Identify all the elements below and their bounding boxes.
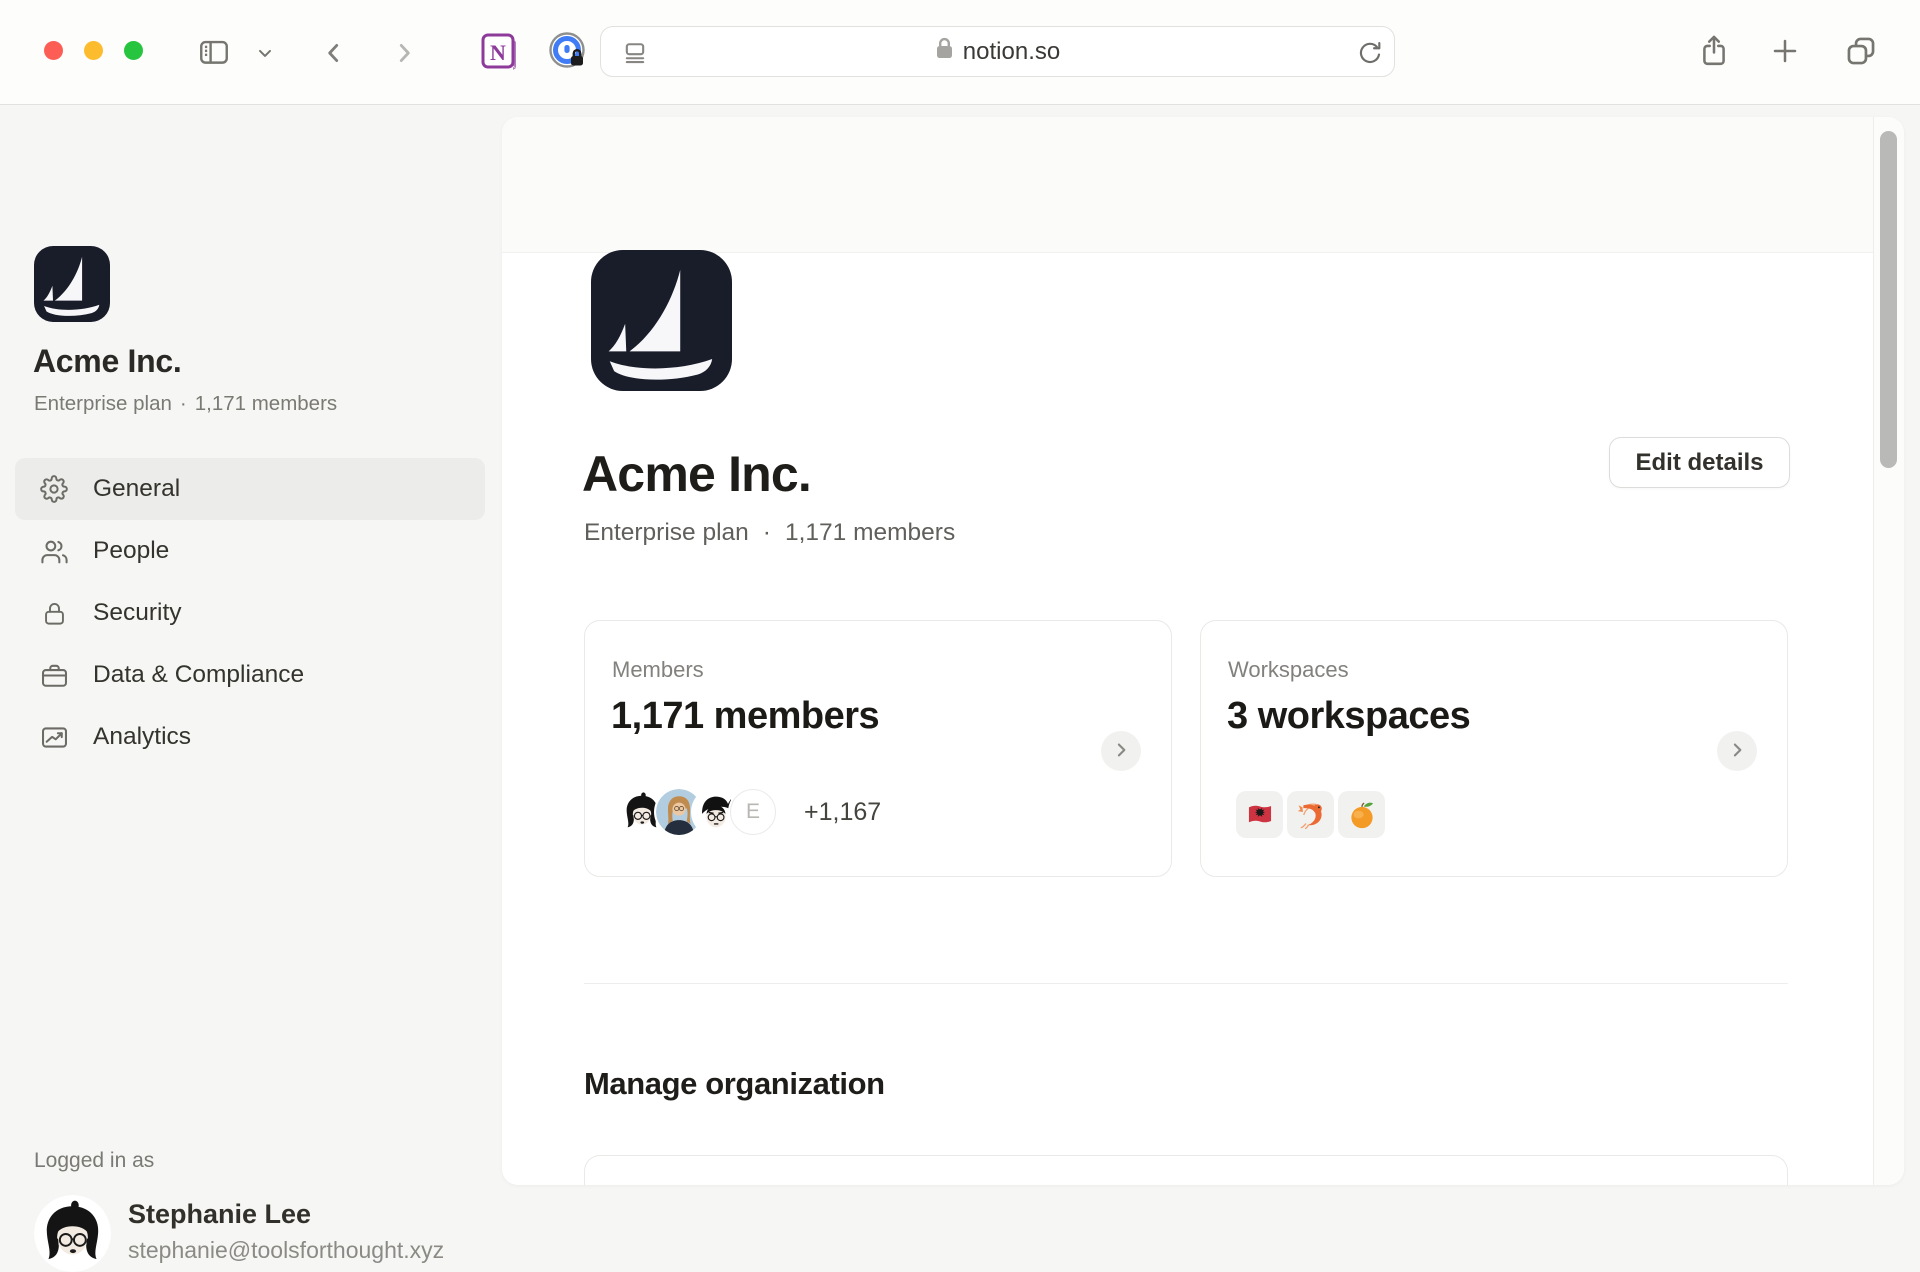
tab-overview-button[interactable] xyxy=(1838,28,1884,74)
onepassword-extension-icon xyxy=(547,58,588,75)
user-email: stephanie@toolsforthought.xyz xyxy=(128,1237,444,1264)
members-card-label: Members xyxy=(612,657,704,683)
settings-sidebar: Acme Inc. Enterprise plan · 1,171 member… xyxy=(0,105,502,1200)
svg-text:N: N xyxy=(490,40,506,65)
people-icon xyxy=(39,536,69,566)
sidebar-item-label: Data & Compliance xyxy=(93,661,304,689)
members-avatar-stack: E +1,167 xyxy=(619,789,881,835)
tls-lock-icon xyxy=(935,37,954,66)
settings-main-panel: Acme Inc. Enterprise plan · 1,171 member… xyxy=(502,117,1904,1185)
edit-details-button[interactable]: Edit details xyxy=(1609,437,1790,488)
sidebar-item-label: General xyxy=(93,475,180,503)
trend-chart-icon xyxy=(39,722,69,752)
reload-icon xyxy=(1357,40,1383,66)
address-bar[interactable]: notion.so xyxy=(600,26,1395,77)
sidebar-org-subtitle: Enterprise plan · 1,171 members xyxy=(34,392,337,416)
chevron-right-icon xyxy=(1727,740,1747,763)
org-subtitle: Enterprise plan · 1,171 members xyxy=(584,519,955,547)
members-card-title: 1,171 members xyxy=(611,695,879,738)
onepassword-extension-button[interactable] xyxy=(547,30,588,71)
user-name: Stephanie Lee xyxy=(128,1199,311,1230)
org-logo xyxy=(34,246,110,322)
sidebar-item-general[interactable]: General xyxy=(15,458,485,520)
close-window-button[interactable] xyxy=(44,41,63,60)
workspaces-card-label: Workspaces xyxy=(1228,657,1349,683)
sidebar-item-label: Security xyxy=(93,599,182,627)
scrollbar-track[interactable] xyxy=(1873,117,1904,1185)
tab-overview-icon xyxy=(1844,34,1878,68)
sidebar-nav: General People Security xyxy=(15,458,485,768)
notion-extension-button[interactable]: N xyxy=(480,31,518,71)
tangerine-icon xyxy=(1338,791,1385,838)
sidebar-item-security[interactable]: Security xyxy=(15,582,485,644)
minimize-window-button[interactable] xyxy=(84,41,103,60)
members-card[interactable]: Members 1,171 members E +1,167 xyxy=(584,620,1172,877)
workspaces-card-chevron-button[interactable] xyxy=(1717,731,1757,771)
sidebar-item-data-compliance[interactable]: Data & Compliance xyxy=(15,644,485,706)
members-overflow-count: +1,167 xyxy=(804,798,881,827)
section-divider xyxy=(584,983,1788,984)
address-host: notion.so xyxy=(963,38,1060,66)
sticky-header-band xyxy=(502,117,1873,253)
plus-icon xyxy=(1770,36,1800,66)
lock-icon xyxy=(39,598,69,628)
notion-extension-icon: N xyxy=(480,58,518,75)
logged-in-as-label: Logged in as xyxy=(34,1149,154,1173)
share-icon xyxy=(1698,33,1730,69)
reload-button[interactable] xyxy=(1354,37,1386,69)
sidebar-item-label: People xyxy=(93,537,169,565)
sidebar-org-name: Acme Inc. xyxy=(33,343,181,380)
sailboat-icon xyxy=(609,270,713,380)
sailboat-icon xyxy=(44,257,100,316)
org-logo-large xyxy=(591,250,732,391)
separator-dot: · xyxy=(180,392,187,416)
chevron-right-icon xyxy=(391,38,417,68)
gear-icon xyxy=(39,474,69,504)
albanian-flag-icon xyxy=(1236,791,1283,838)
org-member-count: 1,171 members xyxy=(785,519,955,547)
manage-organization-card[interactable] xyxy=(584,1155,1788,1185)
sidebar-item-analytics[interactable]: Analytics xyxy=(15,706,485,768)
user-avatar xyxy=(34,1195,111,1272)
zoom-window-button[interactable] xyxy=(124,41,143,60)
sidebar-menu-chevron[interactable] xyxy=(252,40,278,66)
workspaces-card-title: 3 workspaces xyxy=(1227,695,1470,738)
scrollbar-thumb[interactable] xyxy=(1880,131,1897,468)
members-card-chevron-button[interactable] xyxy=(1101,731,1141,771)
shrimp-icon xyxy=(1287,791,1334,838)
sidebar-toggle-button[interactable] xyxy=(192,29,236,75)
briefcase-icon xyxy=(39,660,69,690)
share-button[interactable] xyxy=(1692,28,1736,74)
org-plan: Enterprise plan xyxy=(584,519,749,547)
sidebar-item-people[interactable]: People xyxy=(15,520,485,582)
forward-button[interactable] xyxy=(386,33,422,73)
chevron-right-icon xyxy=(1111,740,1131,763)
manage-organization-heading: Manage organization xyxy=(584,1066,885,1102)
workspace-icon-row xyxy=(1236,791,1385,838)
chevron-down-icon xyxy=(255,43,275,63)
new-tab-button[interactable] xyxy=(1763,28,1807,74)
chevron-left-icon xyxy=(321,38,347,68)
sidebar-org-member-count: 1,171 members xyxy=(195,392,337,416)
page-title-org-name: Acme Inc. xyxy=(582,445,811,503)
separator-dot: · xyxy=(763,519,771,547)
letter-avatar: E xyxy=(730,789,776,835)
sidebar-item-label: Analytics xyxy=(93,723,191,751)
workspaces-card[interactable]: Workspaces 3 workspaces xyxy=(1200,620,1788,877)
sidebar-org-plan: Enterprise plan xyxy=(34,392,172,416)
browser-toolbar: N xyxy=(0,0,1920,105)
sidebar-toggle-icon xyxy=(197,35,231,69)
back-button[interactable] xyxy=(316,33,352,73)
